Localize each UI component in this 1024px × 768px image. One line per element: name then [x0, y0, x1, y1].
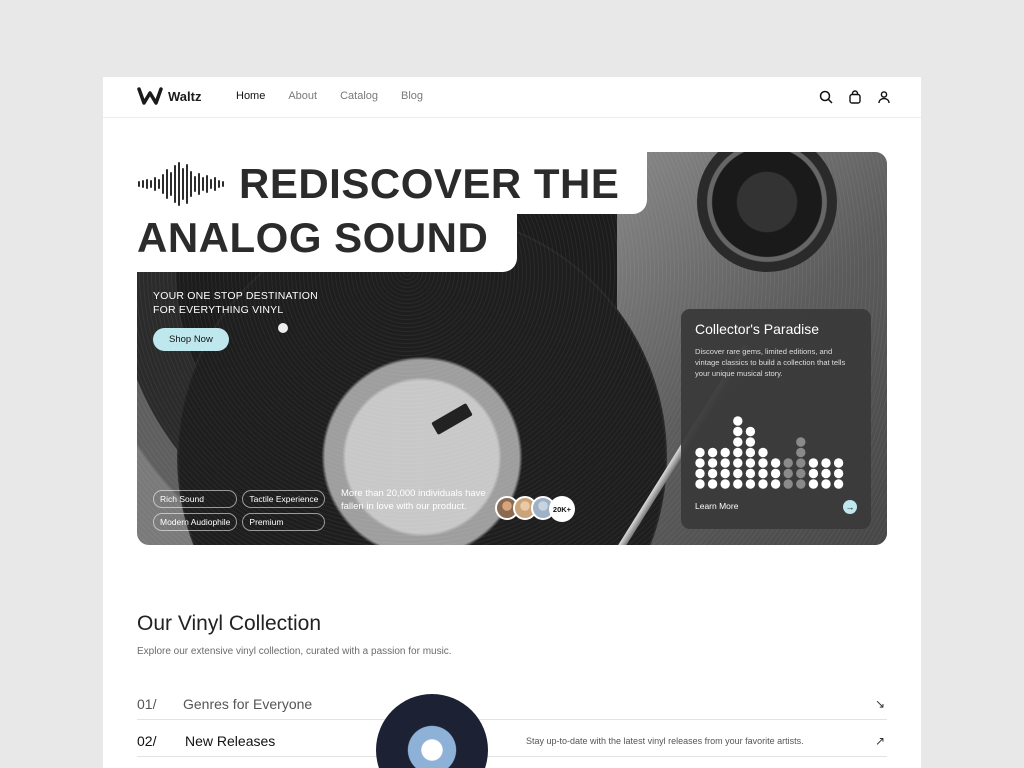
- equalizer-dot: [733, 426, 743, 437]
- nav-icons: [819, 90, 891, 104]
- arrow-right-icon[interactable]: →: [843, 500, 857, 514]
- equalizer-dot: [758, 458, 768, 468]
- equalizer-dot: [796, 468, 806, 479]
- equalizer-dot: [783, 468, 793, 479]
- card-title: Collector's Paradise: [695, 321, 820, 337]
- equalizer-dot: [808, 458, 819, 468]
- collectors-paradise-card: Collector's Paradise Discover rare gems,…: [681, 309, 871, 529]
- logo-icon: [137, 87, 163, 105]
- tag-tactile-experience[interactable]: Tactile Experience: [242, 490, 326, 508]
- equalizer-dot: [733, 468, 743, 479]
- learn-more-link[interactable]: Learn More: [695, 501, 738, 511]
- equalizer-dot: [783, 479, 793, 489]
- equalizer-dot: [745, 447, 756, 458]
- equalizer-dot: [833, 458, 844, 468]
- equalizer-dot: [821, 468, 831, 479]
- equalizer-dot: [707, 468, 718, 479]
- logo[interactable]: Waltz: [137, 87, 201, 105]
- equalizer-dot: [733, 437, 743, 447]
- row-number: 02/: [137, 732, 157, 749]
- search-icon[interactable]: [819, 90, 833, 104]
- equalizer-dot: [745, 437, 756, 447]
- collection-row[interactable]: 01/ Genres for Everyone ↘: [137, 688, 887, 720]
- equalizer-dot: [695, 468, 705, 479]
- logo-text: Waltz: [168, 88, 202, 104]
- equalizer-dot: [808, 468, 819, 479]
- equalizer-dot: [796, 479, 806, 489]
- nav-catalog[interactable]: Catalog: [340, 90, 378, 102]
- equalizer-dot: [783, 458, 793, 468]
- equalizer-dot: [707, 458, 718, 468]
- equalizer-dot: [695, 479, 705, 489]
- equalizer-dot: [707, 447, 718, 458]
- equalizer-dot: [720, 479, 730, 489]
- equalizer-dot: [733, 447, 743, 458]
- collection-title: Our Vinyl Collection: [137, 612, 322, 635]
- equalizer-dot: [720, 447, 730, 458]
- equalizer-dot: [707, 479, 718, 489]
- fans-text: More than 20,000 individuals have fallen…: [341, 488, 486, 512]
- hero-title: REDISCOVER THE ANALOG SOUND: [137, 157, 619, 265]
- page: Waltz Home About Catalog Blog REDISCOVER…: [103, 77, 921, 768]
- nav-blog[interactable]: Blog: [401, 90, 423, 102]
- equalizer-dot: [733, 458, 743, 468]
- row-number: 01/: [137, 695, 157, 712]
- fan-count-badge: 20K+: [549, 496, 575, 522]
- arrow-up-right-icon[interactable]: ↗: [875, 734, 885, 748]
- nav-home[interactable]: Home: [236, 90, 265, 102]
- top-nav: Waltz Home About Catalog Blog: [103, 77, 921, 118]
- equalizer-dots: [695, 416, 844, 489]
- equalizer-dot: [745, 426, 756, 437]
- nav-about[interactable]: About: [288, 90, 317, 102]
- nav-links: Home About Catalog Blog: [236, 90, 423, 102]
- equalizer-dot: [695, 447, 705, 458]
- hero-title-line2: ANALOG SOUND: [137, 214, 489, 261]
- equalizer-dot: [720, 458, 730, 468]
- equalizer-dot: [695, 458, 705, 468]
- equalizer-dot: [733, 416, 743, 426]
- equalizer-dot: [758, 468, 768, 479]
- equalizer-dot: [745, 458, 756, 468]
- equalizer-dot: [770, 458, 781, 468]
- collection-subtitle: Explore our extensive vinyl collection, …: [137, 646, 452, 657]
- equalizer-dot: [770, 468, 781, 479]
- row-description: Stay up-to-date with the latest vinyl re…: [526, 735, 804, 746]
- bag-icon[interactable]: [848, 90, 862, 104]
- equalizer-dot: [720, 468, 730, 479]
- hero-tagline: YOUR ONE STOP DESTINATION FOR EVERYTHING…: [153, 290, 318, 316]
- equalizer-dot: [821, 479, 831, 489]
- equalizer-dot: [745, 479, 756, 489]
- tag-rich-sound[interactable]: Rich Sound: [153, 490, 238, 508]
- arrow-down-right-icon[interactable]: ↘: [875, 697, 885, 711]
- equalizer-dot: [833, 468, 844, 479]
- tag-premium[interactable]: Premium: [242, 513, 326, 531]
- row-label: New Releases: [185, 732, 276, 749]
- equalizer-dot: [796, 458, 806, 468]
- card-description: Discover rare gems, limited editions, an…: [695, 347, 846, 378]
- equalizer-dot: [758, 479, 768, 489]
- collection-row[interactable]: 02/ New Releases Stay up-to-date with th…: [137, 725, 887, 757]
- fan-avatars: 20K+: [495, 496, 575, 522]
- equalizer-dot: [796, 437, 806, 447]
- feature-tags: Rich Sound Tactile Experience Modern Aud…: [153, 490, 326, 531]
- shop-now-button[interactable]: Shop Now: [153, 328, 229, 351]
- sound-wave-icon: [138, 162, 224, 206]
- equalizer-dot: [833, 479, 844, 489]
- hero-title-line1: REDISCOVER THE: [239, 160, 620, 207]
- equalizer-dot: [821, 458, 831, 468]
- equalizer-dot: [758, 447, 768, 458]
- equalizer-dot: [733, 479, 743, 489]
- equalizer-dot: [808, 479, 819, 489]
- equalizer-dot: [745, 468, 756, 479]
- user-icon[interactable]: [877, 90, 891, 104]
- row-label: Genres for Everyone: [183, 695, 313, 712]
- tag-modern-audiophile[interactable]: Modern Audiophile: [153, 513, 238, 531]
- equalizer-dot: [796, 447, 806, 458]
- equalizer-dot: [770, 479, 781, 489]
